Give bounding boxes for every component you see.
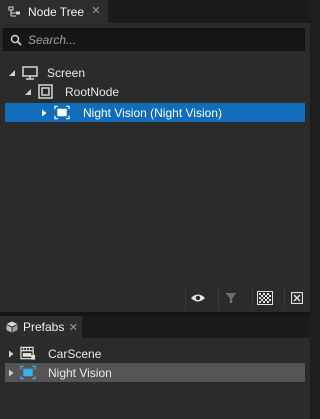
node-tree-icon [8,6,22,18]
prefab-item-carscene[interactable]: CarScene [0,344,310,363]
visibility-eye-icon[interactable] [185,286,209,310]
tree-item-night-vision[interactable]: Night Vision (Night Vision) [5,103,305,122]
checkerboard-icon[interactable] [252,286,276,310]
prefabs-tabbar: Prefabs ✕ [0,316,310,338]
prefab-item-night-vision[interactable]: Night Vision [5,363,305,382]
node-tree-toolbar [0,284,310,312]
prefab-item-label: Night Vision [48,365,112,380]
close-icon[interactable]: ✕ [90,5,102,17]
prefab-node-icon [54,105,70,121]
search-icon [10,34,22,46]
tree-item-rootnode[interactable]: RootNode [0,82,310,101]
prefabs-panel: CarScene Night Vision [0,338,310,419]
tab-node-tree[interactable]: Node Tree ✕ [0,0,108,24]
cube-icon [6,321,18,333]
search-input[interactable]: Search... [3,28,305,51]
tab-prefabs[interactable]: Prefabs ✕ [0,316,82,338]
node-tree-tabbar: Node Tree ✕ [0,0,310,24]
collapse-icon[interactable] [284,286,308,310]
tree-item-screen[interactable]: Screen [0,63,310,82]
expand-right-icon[interactable] [6,349,16,359]
prefab-icon [20,365,36,381]
root-node-icon [37,84,53,100]
scene-icon [20,346,36,362]
tree-item-label: Night Vision (Night Vision) [83,105,222,120]
prefab-item-label: CarScene [48,346,102,361]
close-icon[interactable]: ✕ [69,321,78,334]
tab-prefabs-label: Prefabs [23,320,65,334]
expand-down-icon[interactable] [7,68,17,78]
node-tree-panel: Search... Screen RootNode Night Vision (… [0,24,310,284]
monitor-icon [22,65,38,81]
filter-icon[interactable] [218,286,242,310]
expand-down-icon[interactable] [23,87,33,97]
tree-item-label: Screen [47,65,86,80]
search-placeholder: Search... [28,32,77,47]
tab-node-tree-label: Node Tree [28,5,85,19]
expand-right-icon[interactable] [6,368,16,378]
expand-right-icon[interactable] [39,108,49,118]
tree-item-label: RootNode [65,84,120,99]
